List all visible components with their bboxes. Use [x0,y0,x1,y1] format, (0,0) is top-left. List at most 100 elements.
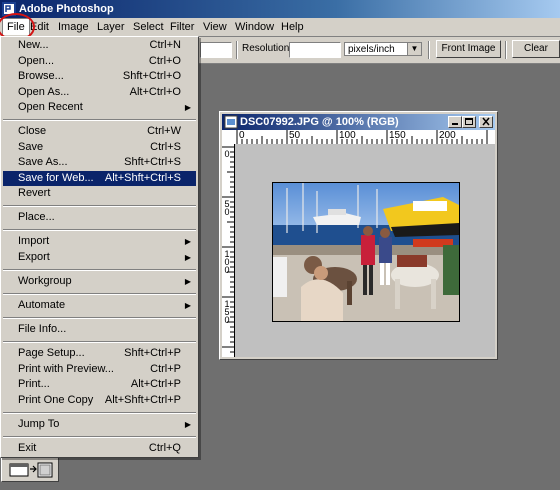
menu-item-label: Save As... [18,156,68,168]
menu-item-revert[interactable]: Revert [3,186,196,201]
horizontal-ruler[interactable]: 0 50 100 150 200 [234,130,495,145]
menu-item-label: Print with Preview... [18,363,114,375]
harbor-photo[interactable] [272,182,460,322]
resolution-unit-select[interactable]: pixels/inch ▼ [344,42,422,56]
menu-item-open-as[interactable]: Open As... Alt+Ctrl+O [3,85,196,100]
close-button[interactable] [479,116,493,128]
minimize-icon [452,123,458,125]
menu-item-print-one-copy[interactable]: Print One Copy Alt+Shft+Ctrl+P [3,393,196,408]
menu-item-shortcut: Shft+Ctrl+P [124,347,181,359]
menu-item-workgroup[interactable]: Workgroup ▶ [3,274,196,289]
ruler-label: 200 [439,130,456,141]
menu-window[interactable]: Window [231,18,278,36]
menu-item-export[interactable]: Export ▶ [3,250,196,265]
menu-item-print-with-preview[interactable]: Print with Preview... Ctrl+P [3,362,196,377]
menu-item-shortcut: Alt+Shft+Ctrl+S [104,172,181,184]
ruler-label: 50 [289,130,301,141]
maximize-icon [465,118,473,125]
ruler-label: 1 5 0 [224,299,230,325]
chevron-down-icon: ▼ [407,43,421,55]
vertical-ruler[interactable]: 0 5 0 1 0 0 1 5 0 [222,144,235,357]
menu-item-file-info[interactable]: File Info... [3,322,196,337]
menu-item-label: Browse... [18,70,64,82]
ruler-label: 0 [239,130,245,141]
menu-bar: File Edit Image Layer Select Filter View… [0,18,560,37]
screen-mode-icon[interactable] [2,457,58,481]
menu-item-new[interactable]: New... Ctrl+N [3,38,196,53]
menu-item-open-recent[interactable]: Open Recent ▶ [3,100,196,115]
options-separator [505,41,507,59]
submenu-arrow-icon: ▶ [184,253,191,262]
menu-item-label: Close [18,125,47,137]
clear-button[interactable]: Clear [512,40,560,58]
menu-separator [3,205,196,207]
ruler-label: 150 [389,130,406,141]
menu-item-label: Place... [18,211,55,223]
menu-item-label: Save for Web... [18,172,94,184]
submenu-arrow-icon: ▶ [184,420,191,429]
menu-separator [3,436,196,438]
submenu-arrow-icon: ▶ [184,237,191,246]
menu-item-import[interactable]: Import ▶ [3,234,196,249]
document-icon [224,115,238,129]
menu-item-page-setup[interactable]: Page Setup... Shft+Ctrl+P [3,346,196,361]
menu-item-shortcut: Ctrl+Q [148,442,181,454]
menu-item-exit[interactable]: Exit Ctrl+Q [3,441,196,456]
ruler-label: 5 0 [224,199,230,217]
menu-item-label: Open Recent [18,101,83,113]
menu-item-label: Open... [18,55,55,67]
resolution-unit-value: pixels/inch [348,44,395,55]
app-title-bar: Adobe Photoshop [0,0,560,18]
menu-item-automate[interactable]: Automate ▶ [3,298,196,313]
submenu-arrow-icon: ▶ [184,301,191,310]
submenu-arrow-icon: ▶ [184,277,191,286]
maximize-button[interactable] [462,116,476,128]
menu-help[interactable]: Help [277,18,308,36]
menu-item-browse[interactable]: Browse... Shft+Ctrl+O [3,69,196,84]
menu-item-label: Save [18,141,44,153]
harbor-photo-image [273,183,459,321]
close-icon [482,117,490,126]
menu-item-label: Revert [18,187,51,199]
menu-layer[interactable]: Layer [93,18,129,36]
front-image-button[interactable]: Front Image [436,40,501,58]
height-field[interactable] [200,42,232,58]
menu-item-place[interactable]: Place... [3,210,196,225]
menu-item-print[interactable]: Print... Alt+Ctrl+P [3,377,196,392]
document-canvas[interactable] [235,144,495,357]
menu-item-jump-to[interactable]: Jump To ▶ [3,417,196,432]
menu-item-open[interactable]: Open... Ctrl+O [3,54,196,69]
menu-item-shortcut: Shft+Ctrl+S [124,156,181,168]
menu-item-label: Open As... [18,86,70,98]
ruler-origin[interactable] [222,130,234,144]
menu-separator [3,269,196,271]
menu-item-shortcut: Ctrl+S [150,141,181,153]
menu-item-label: Import [18,235,50,247]
options-separator [428,41,430,59]
menu-separator [3,317,196,319]
menu-item-shortcut: Alt+Ctrl+P [130,378,181,390]
document-window[interactable]: DSC07992.JPG @ 100% (RGB) 0 50 100 150 2… [219,111,498,360]
menu-item-save-as[interactable]: Save As... Shft+Ctrl+S [3,155,196,170]
menu-filter[interactable]: Filter [166,18,198,36]
menu-item-shortcut: Ctrl+O [148,55,181,67]
menu-item-label: Exit [18,442,37,454]
menu-item-close[interactable]: Close Ctrl+W [3,124,196,139]
app-title: Adobe Photoshop [19,3,114,15]
ruler-label: 1 0 0 [224,249,230,275]
menu-item-save-for-web[interactable]: Save for Web... Alt+Shft+Ctrl+S [3,171,196,186]
resolution-field[interactable] [289,42,341,58]
menu-item-label: Workgroup [18,275,72,287]
menu-image[interactable]: Image [54,18,93,36]
menu-item-label: File Info... [18,323,67,335]
minimize-button[interactable] [448,116,462,128]
menu-view[interactable]: View [199,18,231,36]
document-title-bar[interactable]: DSC07992.JPG @ 100% (RGB) [222,114,495,130]
menu-item-shortcut: Alt+Shft+Ctrl+P [104,394,181,406]
menu-item-label: Automate [18,299,66,311]
menu-item-save[interactable]: Save Ctrl+S [3,140,196,155]
menu-select[interactable]: Select [129,18,168,36]
menu-item-shortcut: Ctrl+W [147,125,181,137]
menu-item-label: Print... [18,378,50,390]
menu-item-label: Page Setup... [18,347,85,359]
